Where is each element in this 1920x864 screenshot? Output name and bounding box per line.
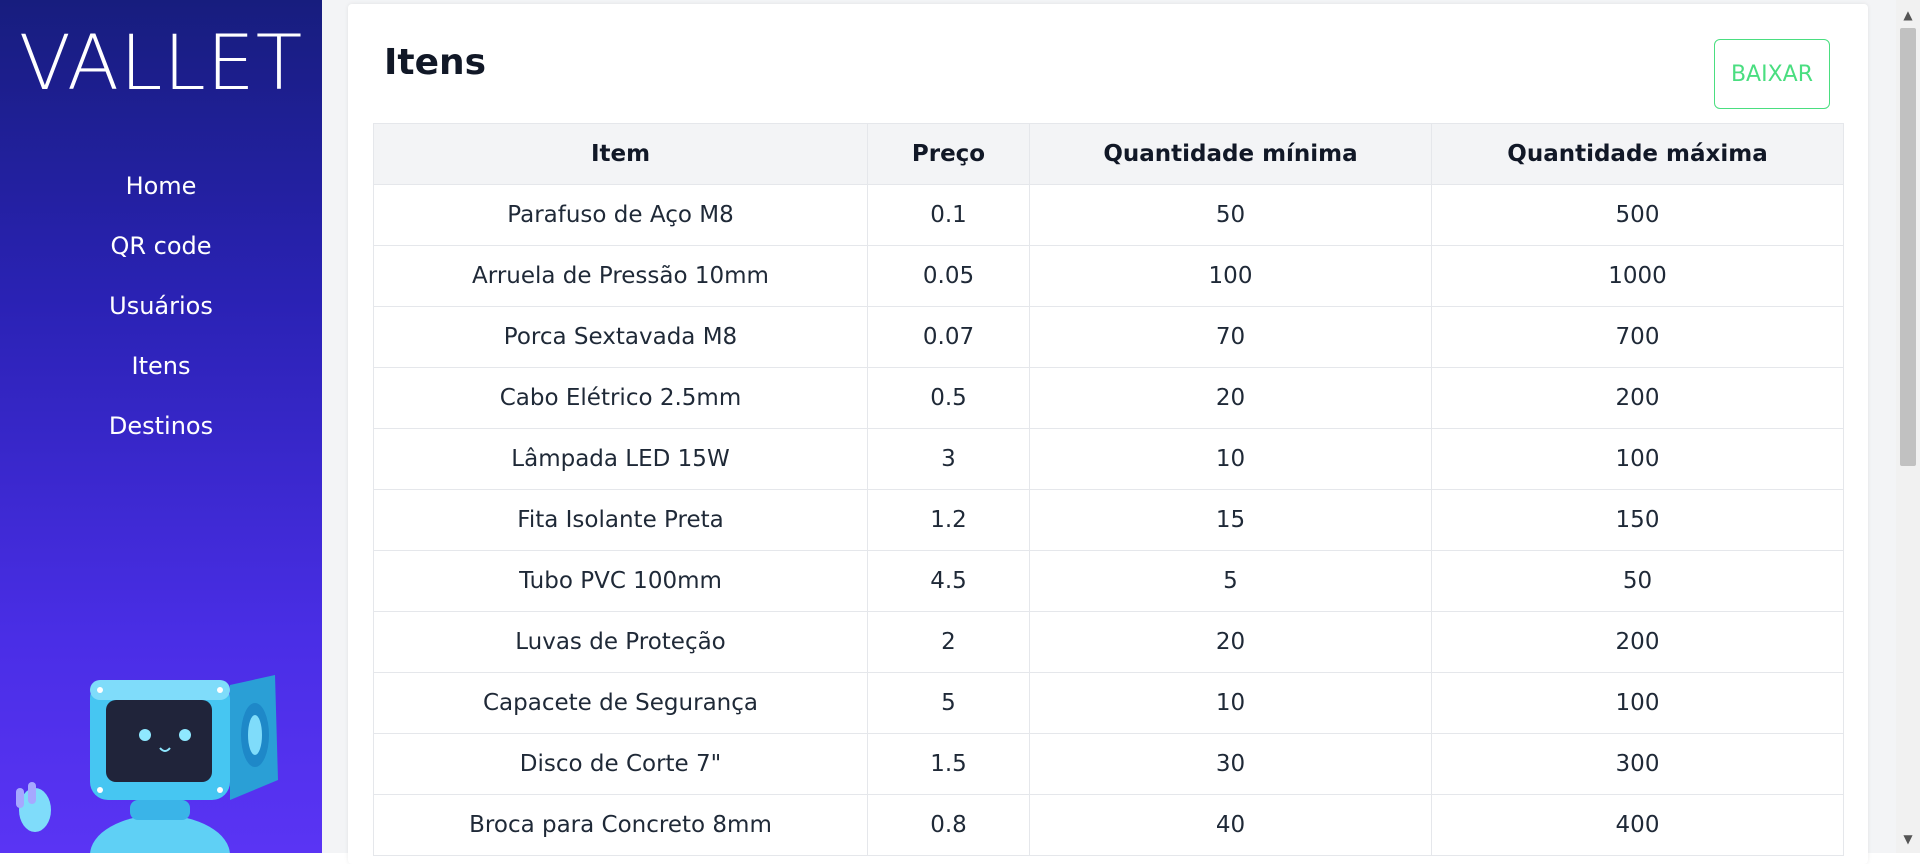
items-table-wrapper: Item Preço Quantidade mínima Quantidade …: [373, 123, 1844, 856]
cell-item: Luvas de Proteção: [373, 611, 868, 673]
scroll-up-arrow-icon[interactable]: ▲: [1896, 4, 1920, 26]
cell-quantidade-minima: 70: [1029, 306, 1432, 368]
cell-quantidade-maxima: 1000: [1431, 245, 1844, 307]
cell-preco: 0.8: [867, 794, 1030, 856]
table-row: Parafuso de Aço M8 0.1 50 500: [373, 184, 1844, 246]
cell-quantidade-maxima: 200: [1431, 611, 1844, 673]
cell-quantidade-maxima: 50: [1431, 550, 1844, 612]
cell-preco: 2: [867, 611, 1030, 673]
cell-item: Tubo PVC 100mm: [373, 550, 868, 612]
cell-preco: 0.05: [867, 245, 1030, 307]
table-row: Arruela de Pressão 10mm 0.05 100 1000: [373, 245, 1844, 307]
table-row: Luvas de Proteção 2 20 200: [373, 611, 1844, 673]
cell-preco: 0.5: [867, 367, 1030, 429]
items-card: Itens BAIXAR Item Preço Quantidade mínim…: [348, 4, 1868, 864]
cell-preco: 1.2: [867, 489, 1030, 551]
cell-preco: 0.1: [867, 184, 1030, 246]
table-row: Cabo Elétrico 2.5mm 0.5 20 200: [373, 367, 1844, 429]
cell-quantidade-minima: 50: [1029, 184, 1432, 246]
download-button[interactable]: BAIXAR: [1714, 39, 1830, 109]
robot-mascot-icon: [16, 675, 278, 853]
cell-quantidade-maxima: 150: [1431, 489, 1844, 551]
sidebar-item-usuarios[interactable]: Usuários: [0, 285, 322, 345]
cell-quantidade-minima: 10: [1029, 672, 1432, 734]
cell-item: Fita Isolante Preta: [373, 489, 868, 551]
vertical-scrollbar[interactable]: ▲ ▼: [1896, 0, 1920, 853]
cell-preco: 4.5: [867, 550, 1030, 612]
table-row: Porca Sextavada M8 0.07 70 700: [373, 306, 1844, 368]
cell-quantidade-minima: 100: [1029, 245, 1432, 307]
cell-quantidade-maxima: 400: [1431, 794, 1844, 856]
sidebar-item-destinos[interactable]: Destinos: [0, 405, 322, 465]
sidebar-item-home[interactable]: Home: [0, 165, 322, 225]
table-row: Disco de Corte 7" 1.5 30 300: [373, 733, 1844, 795]
table-row: Capacete de Segurança 5 10 100: [373, 672, 1844, 734]
table-row: Tubo PVC 100mm 4.5 5 50: [373, 550, 1844, 612]
cell-preco: 3: [867, 428, 1030, 490]
main-content: Itens BAIXAR Item Preço Quantidade mínim…: [322, 0, 1896, 864]
cell-quantidade-maxima: 500: [1431, 184, 1844, 246]
cell-quantidade-minima: 10: [1029, 428, 1432, 490]
cell-quantidade-maxima: 100: [1431, 672, 1844, 734]
cell-quantidade-maxima: 700: [1431, 306, 1844, 368]
cell-quantidade-maxima: 200: [1431, 367, 1844, 429]
app-logo: VALLET: [18, 18, 304, 107]
cell-quantidade-minima: 30: [1029, 733, 1432, 795]
sidebar-nav: Home QR code Usuários Itens Destinos: [0, 165, 322, 465]
cell-quantidade-minima: 15: [1029, 489, 1432, 551]
scroll-down-arrow-icon[interactable]: ▼: [1896, 828, 1920, 850]
cell-item: Arruela de Pressão 10mm: [373, 245, 868, 307]
column-header-quantidade-minima: Quantidade mínima: [1029, 123, 1432, 185]
sidebar-item-itens[interactable]: Itens: [0, 345, 322, 405]
sidebar-item-qr-code[interactable]: QR code: [0, 225, 322, 285]
cell-item: Broca para Concreto 8mm: [373, 794, 868, 856]
table-row: Lâmpada LED 15W 3 10 100: [373, 428, 1844, 490]
cell-preco: 0.07: [867, 306, 1030, 368]
cell-quantidade-maxima: 100: [1431, 428, 1844, 490]
table-row: Broca para Concreto 8mm 0.8 40 400: [373, 794, 1844, 856]
cell-quantidade-minima: 5: [1029, 550, 1432, 612]
cell-item: Cabo Elétrico 2.5mm: [373, 367, 868, 429]
cell-quantidade-minima: 20: [1029, 367, 1432, 429]
table-row: Fita Isolante Preta 1.2 15 150: [373, 489, 1844, 551]
cell-item: Capacete de Segurança: [373, 672, 868, 734]
column-header-preco: Preço: [867, 123, 1030, 185]
column-header-quantidade-maxima: Quantidade máxima: [1431, 123, 1844, 185]
cell-preco: 5: [867, 672, 1030, 734]
cell-item: Porca Sextavada M8: [373, 306, 868, 368]
items-table: Item Preço Quantidade mínima Quantidade …: [373, 123, 1844, 856]
cell-item: Disco de Corte 7": [373, 733, 868, 795]
scrollbar-thumb[interactable]: [1900, 28, 1916, 466]
cell-quantidade-minima: 40: [1029, 794, 1432, 856]
page-title: Itens: [384, 42, 487, 83]
table-header-row: Item Preço Quantidade mínima Quantidade …: [373, 123, 1844, 185]
cell-item: Lâmpada LED 15W: [373, 428, 868, 490]
cell-quantidade-maxima: 300: [1431, 733, 1844, 795]
cell-preco: 1.5: [867, 733, 1030, 795]
sidebar: VALLET Home QR code Usuários Itens Desti…: [0, 0, 322, 853]
column-header-item: Item: [373, 123, 868, 185]
cell-item: Parafuso de Aço M8: [373, 184, 868, 246]
cell-quantidade-minima: 20: [1029, 611, 1432, 673]
